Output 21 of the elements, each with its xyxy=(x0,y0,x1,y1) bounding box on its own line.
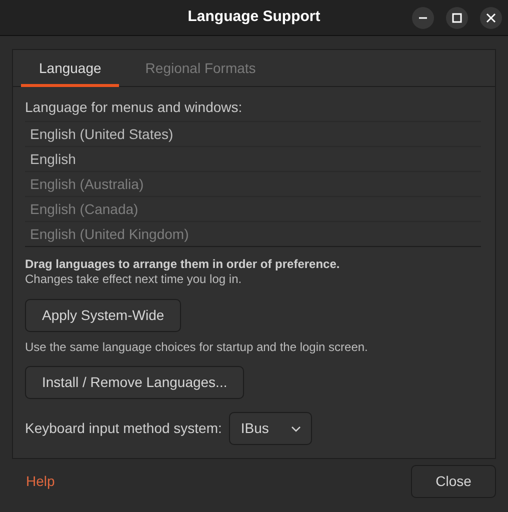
chevron-down-icon xyxy=(290,426,301,432)
close-window-button[interactable] xyxy=(480,7,502,29)
minimize-icon xyxy=(418,17,428,19)
language-item[interactable]: English (United States) xyxy=(25,121,481,146)
note-text: Changes take effect next time you log in. xyxy=(25,272,243,287)
close-icon xyxy=(486,13,496,23)
install-languages-button[interactable]: Install / Remove Languages... xyxy=(25,366,244,399)
input-method-dropdown[interactable]: IBus xyxy=(228,412,312,445)
hint-text: Drag languages to arrange them in order of preference. xyxy=(25,257,341,272)
close-button[interactable]: Close xyxy=(411,465,496,498)
maximize-button[interactable] xyxy=(446,7,468,29)
language-item[interactable]: English xyxy=(25,146,481,171)
tab[interactable]: Language xyxy=(21,50,120,87)
window-title: Language Support xyxy=(188,7,320,28)
minimize-button[interactable] xyxy=(412,7,434,29)
input-method-label: Keyboard input method system: xyxy=(25,419,222,438)
help-link[interactable]: Help xyxy=(26,471,55,492)
maximize-icon xyxy=(452,13,462,23)
section-label: Language for menus and windows: xyxy=(25,98,244,117)
apply-system-wide-button[interactable]: Apply System-Wide xyxy=(25,299,182,332)
apply-note: Use the same language choices for startup and the login screen. xyxy=(25,339,369,356)
